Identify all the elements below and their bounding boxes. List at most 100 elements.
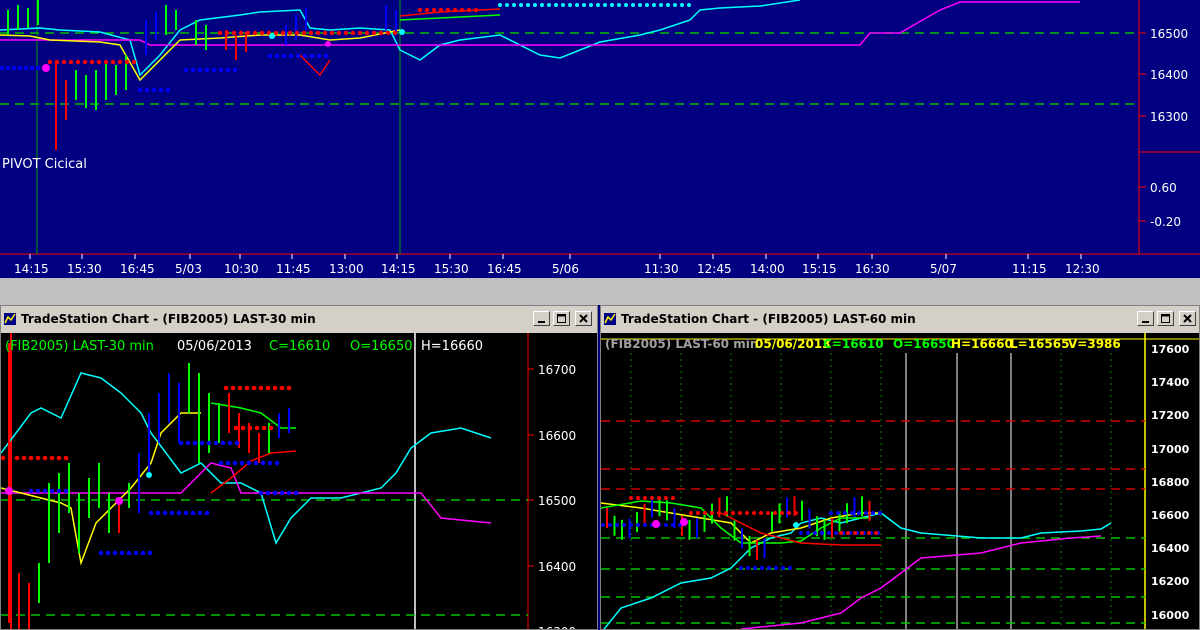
pivot-dot-cyan bbox=[554, 3, 558, 7]
pivot-dot-red bbox=[49, 455, 55, 461]
pivot-dot-cyan bbox=[568, 3, 572, 7]
status-open: O=16650 bbox=[350, 339, 412, 354]
price-label: 16700 bbox=[538, 363, 576, 377]
price-label: 17400 bbox=[1151, 376, 1190, 389]
pivot-dot-red bbox=[385, 30, 391, 36]
maximize-button[interactable] bbox=[553, 311, 570, 326]
pivot-dot-cyan bbox=[624, 3, 628, 7]
pivot-dot-red bbox=[664, 496, 668, 500]
chart-window-60min[interactable]: TradeStation Chart - (FIB2005) LAST-60 m… bbox=[600, 305, 1200, 630]
close-icon bbox=[579, 314, 588, 323]
pivot-dot-red bbox=[689, 511, 693, 515]
pivot-dot-red bbox=[703, 511, 707, 515]
pivot-dot-cyan bbox=[687, 3, 691, 7]
tradestation-icon bbox=[4, 313, 16, 325]
pivot-dot-cyan bbox=[638, 3, 642, 7]
status-symbol: (FIB2005) LAST-60 min bbox=[605, 337, 758, 351]
pivot-dot-blue bbox=[323, 53, 329, 59]
pivot-dot-blue bbox=[239, 460, 245, 466]
pivot-dot-blue bbox=[162, 510, 168, 516]
time-label: 15:15 bbox=[802, 262, 837, 276]
pivot-dot-red bbox=[75, 59, 81, 65]
pivot-dot-blue bbox=[63, 488, 69, 494]
pivot-dot-blue bbox=[671, 523, 675, 527]
pivot-dot-blue bbox=[850, 511, 854, 515]
window-titlebar[interactable]: TradeStation Chart - (FIB2005) LAST-60 m… bbox=[601, 306, 1199, 333]
price-scale-60min: 17600 17400 17200 17000 16800 16600 1640… bbox=[1151, 343, 1190, 622]
price-label: 17600 bbox=[1151, 343, 1190, 356]
window-gap bbox=[0, 278, 1200, 305]
pivot-dot-red bbox=[853, 531, 857, 535]
pivot-dot-blue bbox=[799, 531, 803, 535]
pivot-dot-cyan bbox=[596, 3, 600, 7]
pivot-dot-blue bbox=[204, 67, 210, 73]
pivot-dot-blue bbox=[227, 440, 233, 446]
pivot-dot-cyan bbox=[540, 3, 544, 7]
close-button[interactable] bbox=[1179, 311, 1196, 326]
pivot-dot-red bbox=[636, 496, 640, 500]
pivot-dot-blue bbox=[267, 53, 273, 59]
pivot-dot-blue bbox=[279, 490, 285, 496]
top-chart[interactable]: PIVOT Cicical 16500 16400 16300 0.60 -0.… bbox=[0, 0, 1200, 278]
pivot-dot-red bbox=[773, 511, 777, 515]
time-label: 11:45 bbox=[276, 262, 311, 276]
price-label: 16600 bbox=[538, 429, 576, 443]
pivot-dot-red bbox=[696, 511, 700, 515]
pivot-dot-red bbox=[286, 385, 292, 391]
pivot-dot-blue bbox=[739, 566, 743, 570]
close-button[interactable] bbox=[575, 311, 592, 326]
status-date: 05/06/2013 bbox=[177, 339, 252, 354]
pivot-dot-red bbox=[766, 511, 770, 515]
pivot-dot-cyan bbox=[526, 3, 530, 7]
pivot-dot-red bbox=[466, 7, 472, 13]
minimize-button[interactable] bbox=[1137, 311, 1154, 326]
time-label: 12:30 bbox=[1065, 262, 1100, 276]
pivot-dot-red bbox=[371, 30, 377, 36]
pivot-dot-blue bbox=[843, 511, 847, 515]
pivot-dot-blue bbox=[183, 67, 189, 73]
window-title: TradeStation Chart - (FIB2005) LAST-30 m… bbox=[21, 312, 316, 326]
pivot-dot-red bbox=[261, 425, 267, 431]
pivot-dot-red bbox=[287, 30, 293, 36]
pivot-dot-red bbox=[301, 30, 307, 36]
pivot-dot-cyan bbox=[652, 3, 656, 7]
chart-window-30min[interactable]: TradeStation Chart - (FIB2005) LAST-30 m… bbox=[0, 305, 598, 630]
pivot-dot-red bbox=[14, 455, 20, 461]
pivot-dot-blue bbox=[197, 67, 203, 73]
maximize-button[interactable] bbox=[1157, 311, 1174, 326]
pivot-dot-red bbox=[224, 30, 230, 36]
pivot-dot-blue bbox=[225, 67, 231, 73]
time-label: 11:15 bbox=[1012, 262, 1047, 276]
pivot-dot-red bbox=[717, 511, 721, 515]
pivot-dot-blue bbox=[23, 65, 29, 71]
pivot-dot-red bbox=[424, 7, 430, 13]
time-label: 14:15 bbox=[381, 262, 416, 276]
pivot-dot-blue bbox=[35, 65, 41, 71]
pivot-dot-red bbox=[329, 30, 335, 36]
pivot-dot-cyan bbox=[610, 3, 614, 7]
pivot-dot-red bbox=[315, 30, 321, 36]
pivot-dot-blue bbox=[608, 523, 612, 527]
pivot-dot-red bbox=[110, 59, 116, 65]
window-title: TradeStation Chart - (FIB2005) LAST-60 m… bbox=[621, 312, 916, 326]
pivot-dot-blue bbox=[17, 65, 23, 71]
pivot-dot-red bbox=[265, 385, 271, 391]
chart-area-60min[interactable]: (FIB2005) LAST-60 min 05/06/2013 C=16610… bbox=[601, 333, 1199, 629]
pivot-dot-blue bbox=[119, 550, 125, 556]
pivot-dot-blue bbox=[165, 87, 171, 93]
minimize-button[interactable] bbox=[533, 311, 550, 326]
time-label: 14:00 bbox=[750, 262, 785, 276]
pivot-dot-red bbox=[82, 59, 88, 65]
window-titlebar[interactable]: TradeStation Chart - (FIB2005) LAST-30 m… bbox=[1, 306, 597, 333]
price-label: 17000 bbox=[1151, 443, 1190, 456]
time-label: 5/03 bbox=[175, 262, 202, 276]
price-label: 16200 bbox=[1151, 575, 1190, 588]
pivot-dot-blue bbox=[813, 531, 817, 535]
top-price-label: 16500 bbox=[1150, 27, 1188, 41]
pivot-dot-red bbox=[452, 7, 458, 13]
pivot-dot-red bbox=[252, 30, 258, 36]
price-label: 16400 bbox=[1151, 542, 1190, 555]
chart-area-30min[interactable]: (FIB2005) LAST-30 min 05/06/2013 C=16610… bbox=[1, 333, 597, 629]
pivot-dot-blue bbox=[204, 510, 210, 516]
pivot-dot-red bbox=[417, 7, 423, 13]
